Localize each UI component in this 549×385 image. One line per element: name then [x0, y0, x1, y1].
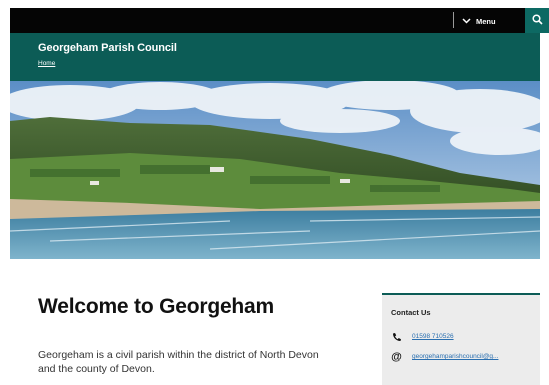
search-button[interactable] — [525, 8, 549, 33]
at-sign-icon: @ — [391, 350, 402, 363]
top-navigation-bar: Menu — [10, 8, 549, 33]
menu-button[interactable]: Menu — [462, 12, 496, 30]
contact-panel: Contact Us 01598 710526 @ georgehamparis… — [382, 293, 540, 385]
menu-label: Menu — [476, 16, 496, 26]
hero-image — [10, 81, 540, 259]
chevron-down-icon — [462, 18, 471, 24]
site-header: Georgeham Parish Council Home — [10, 33, 540, 81]
contact-email-link[interactable]: georgehamparishcouncil@g... — [412, 353, 498, 360]
contact-phone-link[interactable]: 01598 710526 — [412, 333, 454, 340]
page-heading: Welcome to Georgeham — [38, 295, 275, 318]
menu-divider — [453, 12, 454, 28]
phone-icon — [391, 331, 402, 342]
site-title[interactable]: Georgeham Parish Council — [38, 42, 177, 54]
contact-title: Contact Us — [391, 308, 431, 317]
search-icon — [532, 12, 543, 30]
breadcrumb-home-link[interactable]: Home — [38, 60, 55, 67]
contact-phone-row: 01598 710526 — [391, 331, 454, 342]
contact-email-row: @ georgehamparishcouncil@g... — [391, 350, 498, 363]
